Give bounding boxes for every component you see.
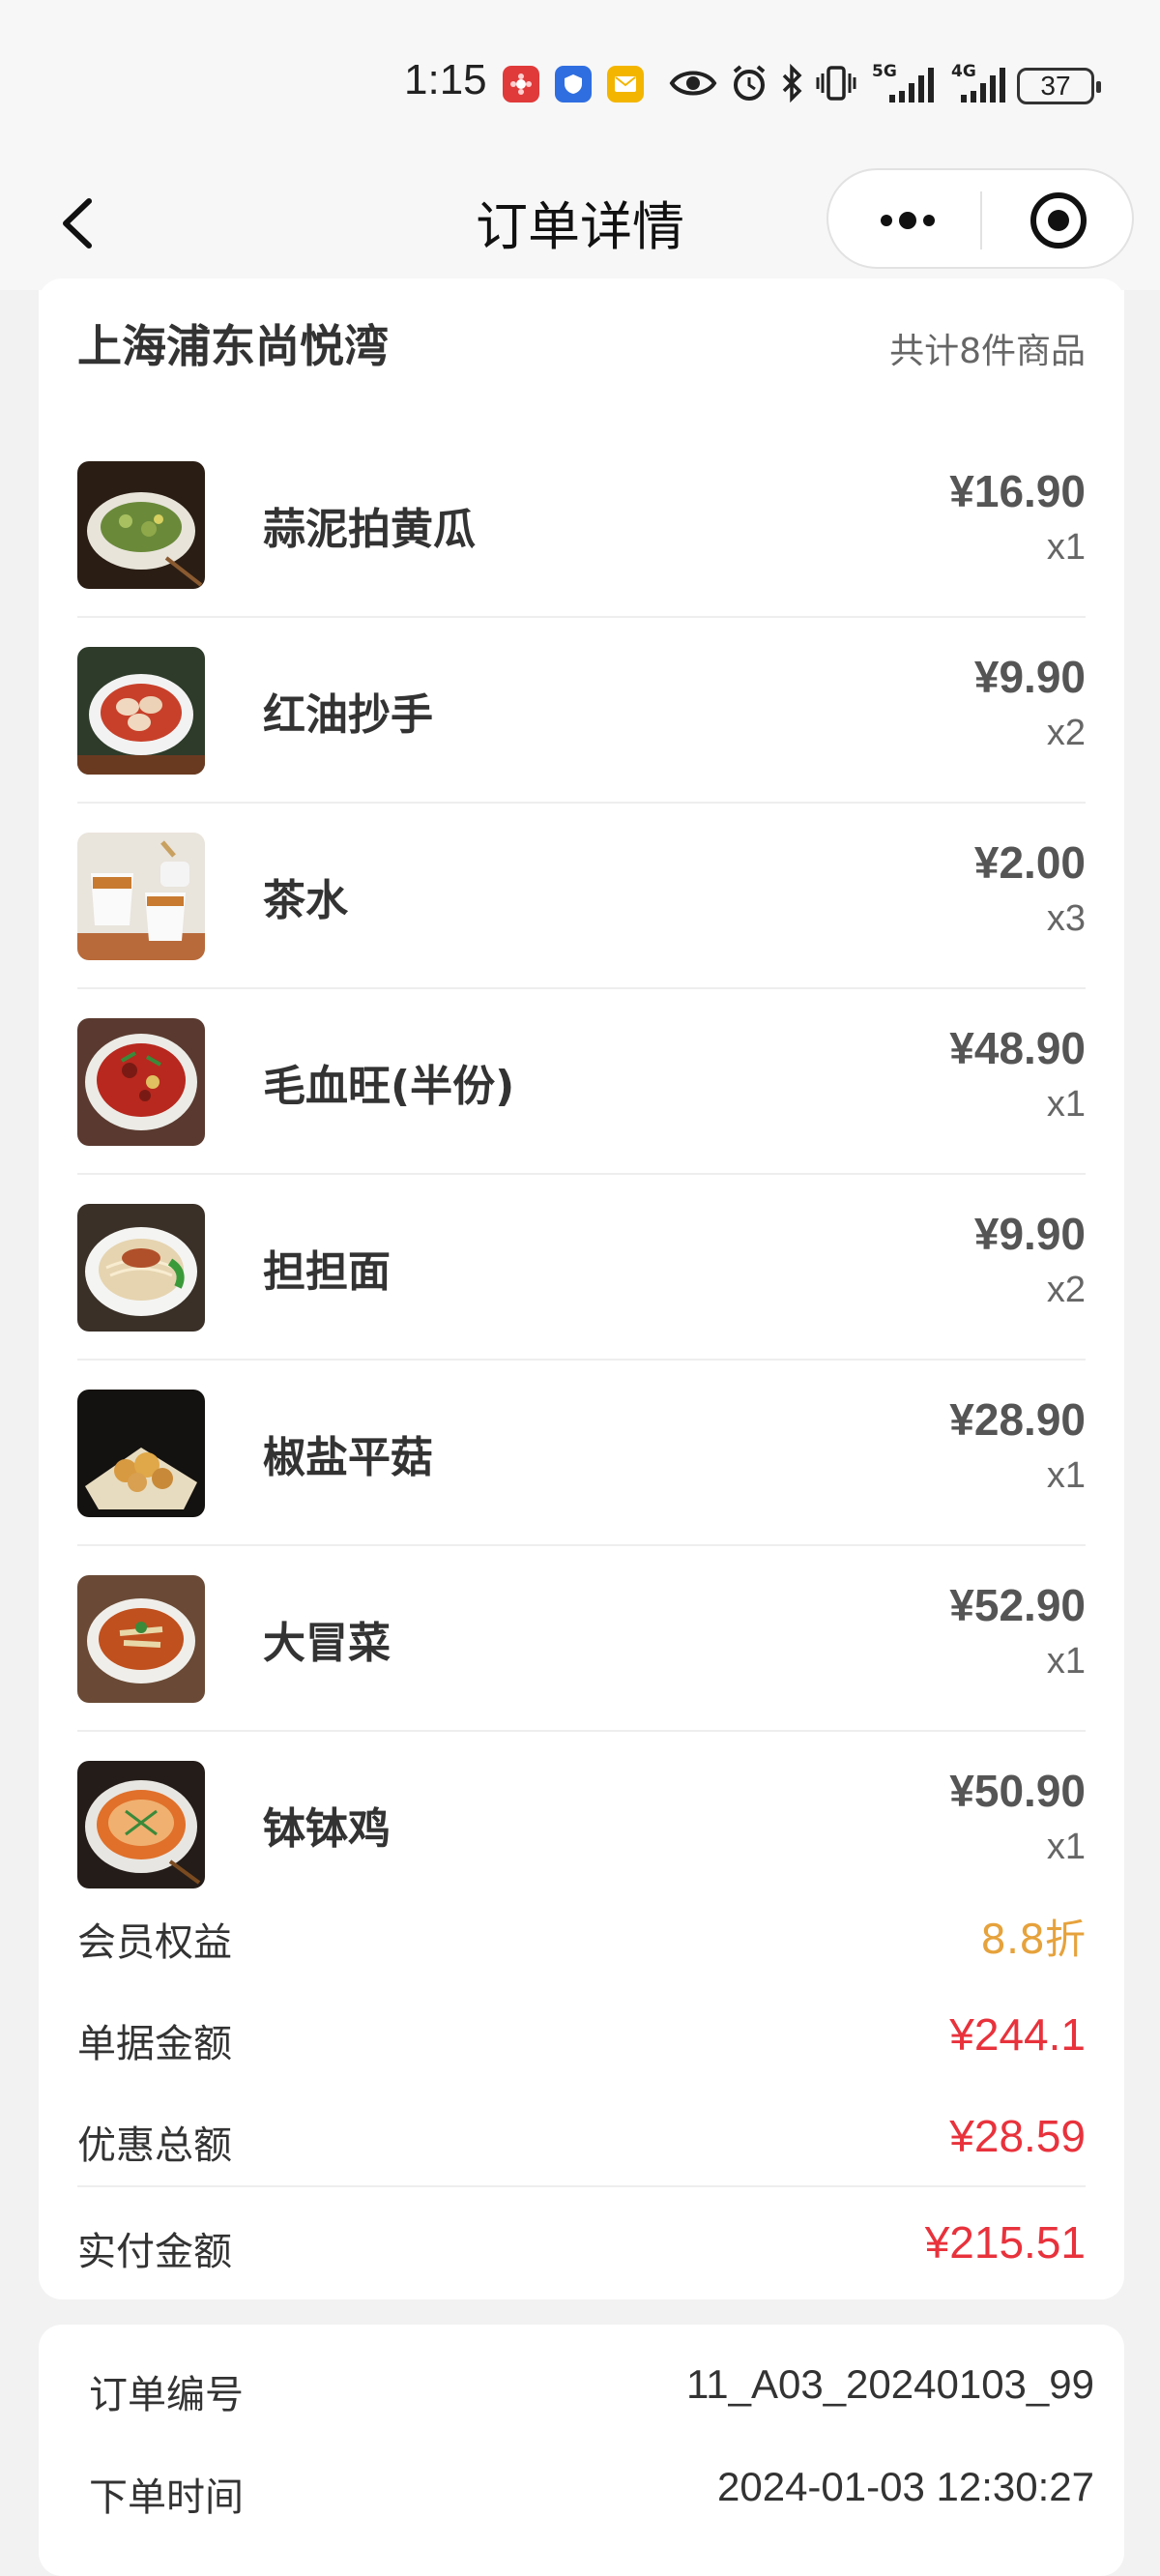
more-button[interactable] — [869, 203, 946, 238]
battery-icon: 37 — [1017, 68, 1101, 104]
item-price: ¥9.90 — [973, 652, 1086, 702]
sum-label: 实付金额 — [77, 2230, 232, 2274]
signal-4g-icon: 4G — [949, 60, 1011, 106]
order-item: 椒盐平菇 ¥28.90 x1 — [77, 1361, 1086, 1546]
order-item: 蒜泥拍黄瓜 ¥16.90 x1 — [77, 432, 1086, 618]
member-benefit-row: 会员权益 8.8折 — [77, 1888, 1086, 1984]
signal-5g-icon: 5G — [870, 60, 938, 106]
wonton-photo — [77, 647, 205, 775]
mail-app-icon — [607, 66, 644, 102]
item-quantity: x1 — [1046, 1455, 1086, 1496]
mini-program-capsule — [826, 168, 1134, 269]
close-mini-program-button[interactable] — [1028, 190, 1089, 251]
order-item: 大冒菜 ¥52.90 x1 — [77, 1546, 1086, 1732]
status-time: 1:15 — [404, 56, 487, 103]
item-name: 红油抄手 — [263, 690, 433, 740]
cucumber-salad-photo — [77, 461, 205, 589]
item-name: 钵钵鸡 — [263, 1804, 391, 1854]
order-number-value: 11_A03_20240103_99 — [686, 2361, 1094, 2407]
item-quantity: x2 — [1046, 713, 1086, 753]
signal-4g-label: 4G — [951, 62, 976, 81]
item-name: 担担面 — [263, 1247, 391, 1297]
item-count: 共计8件商品 — [889, 332, 1086, 371]
nav-bar: 订单详情 — [0, 164, 1160, 290]
order-number-label: 订单编号 — [89, 2373, 244, 2417]
item-price: ¥2.00 — [973, 837, 1086, 888]
item-price: ¥9.90 — [973, 1209, 1086, 1259]
item-name: 大冒菜 — [263, 1619, 391, 1668]
fried-mushroom-photo — [77, 1390, 205, 1517]
order-item: 担担面 ¥9.90 x2 — [77, 1175, 1086, 1361]
item-quantity: x3 — [1046, 898, 1086, 939]
item-quantity: x1 — [1046, 1641, 1086, 1682]
order-item: 红油抄手 ¥9.90 x2 — [77, 618, 1086, 804]
status-bar: 1:15 5G 4G 37 — [0, 0, 1160, 164]
item-name: 蒜泥拍黄瓜 — [263, 505, 476, 554]
order-number-row: 订单编号 11_A03_20240103_99 — [89, 2340, 1094, 2437]
item-quantity: x1 — [1046, 1084, 1086, 1125]
item-name: 毛血旺(半份) — [263, 1062, 515, 1111]
dandan-noodles-photo — [77, 1204, 205, 1332]
signal-5g-label: 5G — [872, 62, 897, 81]
bill-amount-row: 单据金额 ¥244.1 — [77, 1989, 1086, 2086]
item-price: ¥28.90 — [949, 1394, 1086, 1445]
paid-amount-value: ¥215.51 — [924, 2217, 1086, 2268]
order-card: 上海浦东尚悦湾 共计8件商品 蒜泥拍黄瓜 ¥16.90 x1 红油抄手 ¥9.9… — [39, 278, 1124, 2299]
bill-amount-value: ¥244.1 — [949, 2009, 1086, 2060]
member-discount-value: 8.8折 — [980, 1916, 1086, 1963]
order-time-label: 下单时间 — [89, 2475, 244, 2520]
item-price: ¥50.90 — [949, 1766, 1086, 1816]
order-info-card: 订单编号 11_A03_20240103_99 下单时间 2024-01-03 … — [39, 2325, 1124, 2576]
item-price: ¥48.90 — [949, 1023, 1086, 1073]
sum-label: 会员权益 — [77, 1920, 232, 1965]
order-item: 毛血旺(半份) ¥48.90 x1 — [77, 989, 1086, 1175]
target-icon — [1030, 192, 1087, 249]
flower-app-icon — [503, 66, 539, 102]
spicy-stew-photo — [77, 1018, 205, 1146]
item-price: ¥16.90 — [949, 466, 1086, 516]
item-quantity: x1 — [1046, 1827, 1086, 1867]
alarm-icon — [730, 60, 768, 106]
store-name: 上海浦东尚悦湾 — [77, 320, 389, 372]
maocai-photo — [77, 1575, 205, 1703]
sum-label: 优惠总额 — [77, 2123, 232, 2168]
tea-photo — [77, 833, 205, 960]
item-name: 茶水 — [263, 876, 348, 925]
bluetooth-icon — [778, 60, 805, 106]
item-quantity: x2 — [1046, 1270, 1086, 1310]
order-item: 茶水 ¥2.00 x3 — [77, 804, 1086, 989]
order-time-row: 下单时间 2024-01-03 12:30:27 — [89, 2443, 1094, 2539]
item-name: 椒盐平菇 — [263, 1433, 433, 1482]
vibrate-icon — [815, 60, 857, 106]
item-price: ¥52.90 — [949, 1580, 1086, 1630]
discount-total-value: ¥28.59 — [949, 2111, 1086, 2161]
discount-total-row: 优惠总额 ¥28.59 — [77, 2091, 1086, 2187]
capsule-divider — [980, 191, 982, 249]
sum-label: 单据金额 — [77, 2022, 232, 2066]
shield-app-icon — [555, 66, 592, 102]
order-time-value: 2024-01-03 12:30:27 — [717, 2464, 1094, 2509]
eye-icon — [669, 60, 717, 106]
more-dots-icon — [881, 212, 935, 229]
bobo-chicken-photo — [77, 1761, 205, 1888]
paid-amount-row: 实付金额 ¥215.51 — [77, 2197, 1086, 2294]
item-quantity: x1 — [1046, 527, 1086, 568]
